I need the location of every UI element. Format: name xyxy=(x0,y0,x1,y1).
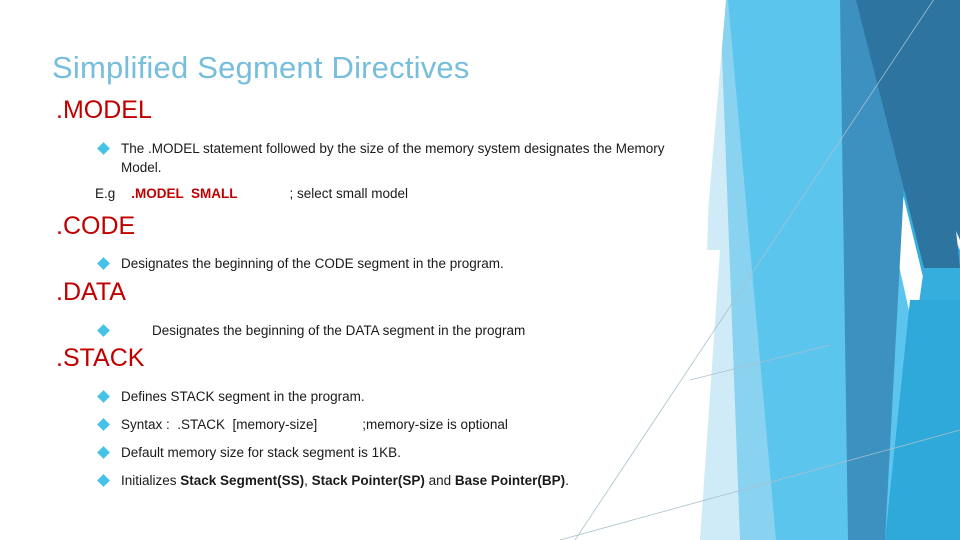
example-comment: ; select small model xyxy=(289,186,409,201)
heading-stack: .STACK xyxy=(56,344,145,372)
deco-band-right-edge xyxy=(925,0,960,240)
bullet-stack-3: Default memory size for stack segment is… xyxy=(97,443,679,462)
heading-code: .CODE xyxy=(56,212,136,240)
deco-band-mid-blue xyxy=(840,0,960,430)
example-label: E.g xyxy=(95,186,116,201)
deco-band-pale-cyan xyxy=(698,0,828,540)
diamond-bullet-icon xyxy=(97,418,110,431)
bullet-stack-4: Initializes Stack Segment(SS), Stack Poi… xyxy=(97,471,679,490)
stack-4-term-ss: Stack Segment(SS) xyxy=(180,473,305,488)
heading-data: .DATA xyxy=(56,278,126,306)
bullet-stack-3-text: Default memory size for stack segment is… xyxy=(121,445,401,460)
diamond-bullet-icon xyxy=(97,446,110,459)
example-line-model: E.g .MODEL SMALL ; select small model xyxy=(95,186,408,201)
bullet-stack-2: Syntax : .STACK [memory-size] ;memory-si… xyxy=(97,415,679,434)
stack-4-sep-1: , xyxy=(304,473,312,488)
bullet-stack-4-text: Initializes Stack Segment(SS), Stack Poi… xyxy=(121,471,569,490)
diamond-bullet-icon xyxy=(97,142,110,155)
slide-content: Simplified Segment Directives .MODEL The… xyxy=(0,0,700,540)
bullet-code: Designates the beginning of the CODE seg… xyxy=(97,254,679,273)
diamond-bullet-icon xyxy=(97,390,110,403)
deco-band-steel-blue xyxy=(840,0,914,540)
diamond-bullet-icon xyxy=(97,257,110,270)
bullet-stack-1-text: Defines STACK segment in the program. xyxy=(121,389,365,404)
bullet-stack-1: Defines STACK segment in the program. xyxy=(97,387,679,406)
diamond-bullet-icon xyxy=(97,324,110,337)
bullet-data-text: Designates the beginning of the DATA seg… xyxy=(152,323,526,338)
example-directive: .MODEL SMALL xyxy=(131,186,238,201)
stack-4-term-bp: Base Pointer(BP) xyxy=(454,473,566,488)
bullet-data: Designates the beginning of the DATA seg… xyxy=(97,321,679,340)
slide-canvas: Simplified Segment Directives .MODEL The… xyxy=(0,0,960,540)
hairline-low-diagonal xyxy=(689,344,831,381)
deco-band-cyan xyxy=(728,0,960,540)
page-title: Simplified Segment Directives xyxy=(52,50,470,85)
stack-4-suffix: . xyxy=(565,473,569,488)
stack-4-prefix: Initializes xyxy=(121,473,181,488)
deco-band-dark-blue xyxy=(856,0,960,268)
diamond-bullet-icon xyxy=(97,474,110,487)
bullet-stack-2-text: Syntax : .STACK [memory-size] ;memory-si… xyxy=(121,417,508,432)
bullet-model: The .MODEL statement followed by the siz… xyxy=(97,139,679,177)
heading-model: .MODEL xyxy=(56,96,152,124)
decorative-blue-bands-graphic xyxy=(680,0,960,540)
stack-4-term-sp: Stack Pointer(SP) xyxy=(311,473,425,488)
stack-4-sep-2: and xyxy=(424,473,455,488)
bullet-code-text: Designates the beginning of the CODE seg… xyxy=(121,256,504,271)
deco-band-lower-cyan-2 xyxy=(885,300,960,540)
deco-band-lower-cyan xyxy=(885,268,960,540)
deco-band-light-cyan xyxy=(720,0,885,540)
bullet-model-text: The .MODEL statement followed by the siz… xyxy=(121,141,669,175)
